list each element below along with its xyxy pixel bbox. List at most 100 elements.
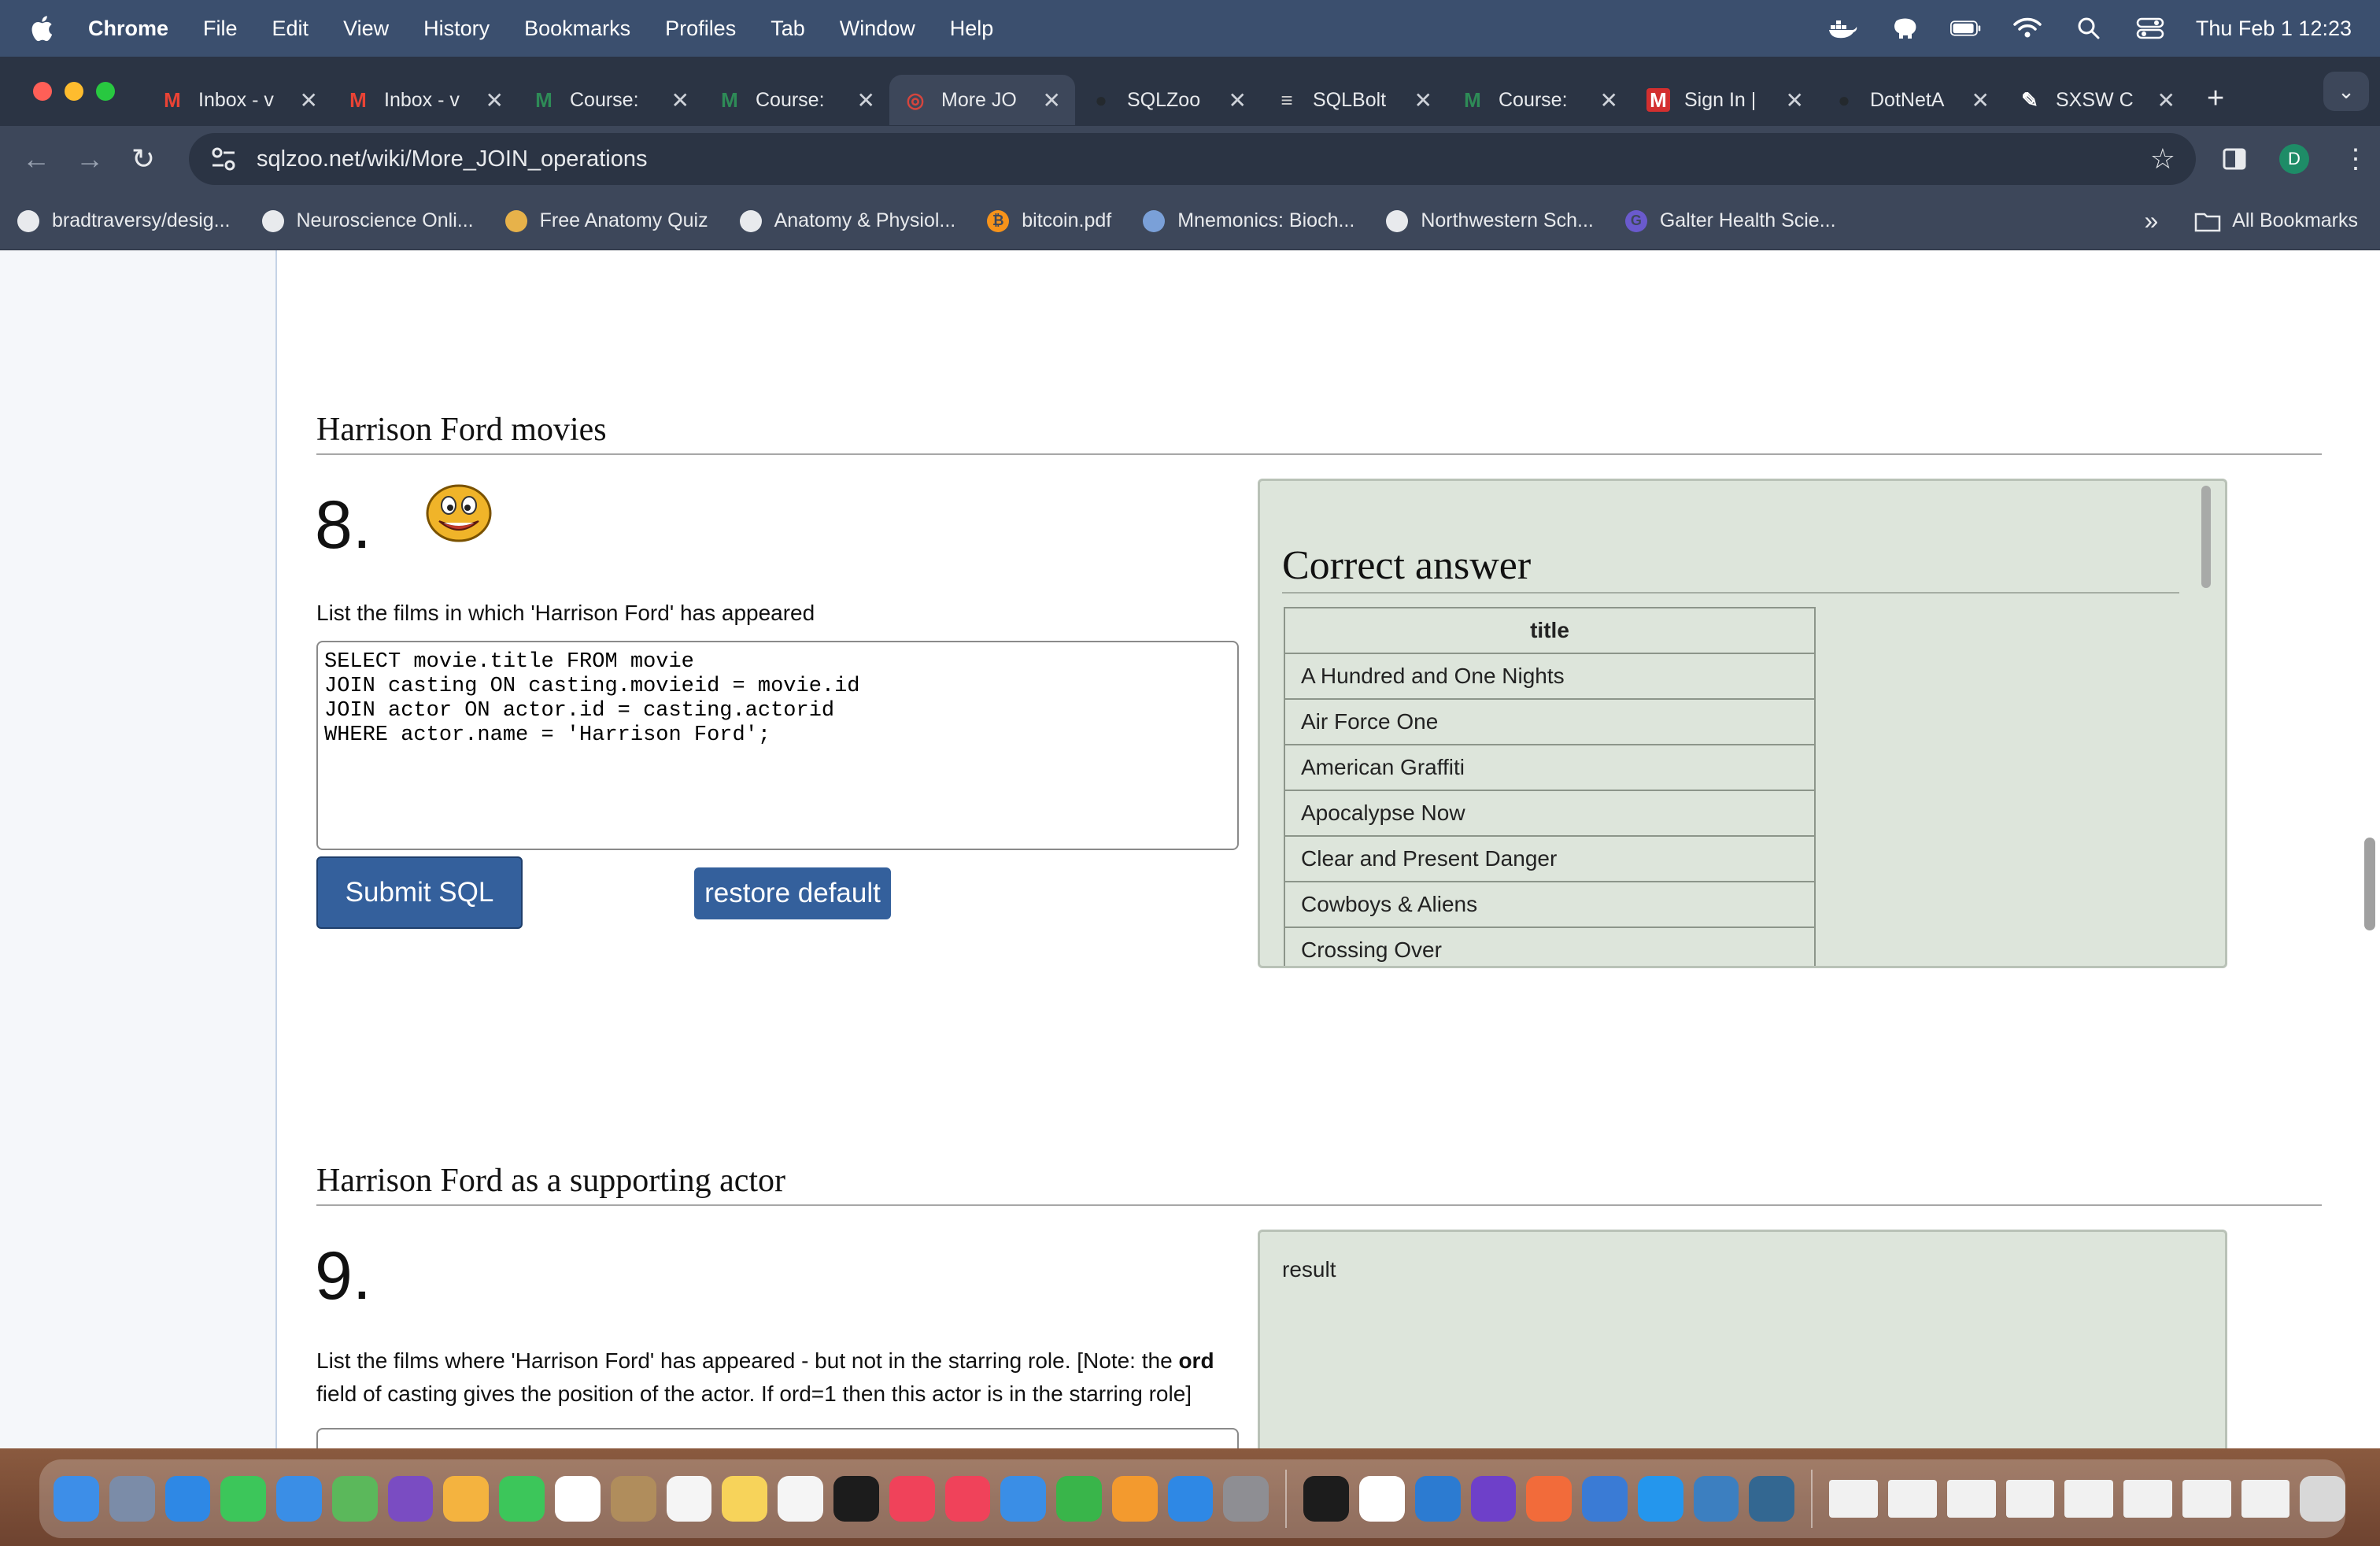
github-desktop-icon[interactable] <box>1470 1476 1517 1522</box>
browser-tab[interactable]: M Inbox - v ✕ <box>146 75 332 125</box>
answer-panel-scrollbar[interactable] <box>2201 486 2211 588</box>
menu-profiles[interactable]: Profiles <box>665 17 736 41</box>
news-icon[interactable] <box>944 1476 991 1522</box>
trash-icon[interactable] <box>2300 1476 2346 1522</box>
chrome-icon[interactable] <box>1358 1476 1405 1522</box>
bookmark-item[interactable]: Neuroscience Onli... <box>261 209 474 232</box>
close-tab-icon[interactable]: ✕ <box>1600 87 1618 113</box>
spotlight-search-icon[interactable] <box>2073 16 2105 41</box>
side-panel-icon[interactable] <box>2223 147 2246 171</box>
terminal-icon[interactable] <box>1303 1476 1349 1522</box>
menu-bookmarks[interactable]: Bookmarks <box>524 17 630 41</box>
close-tab-icon[interactable]: ✕ <box>671 87 689 113</box>
minimized-window-thumbnail[interactable] <box>2064 1480 2114 1518</box>
messages-icon[interactable] <box>220 1476 267 1522</box>
bookmark-item[interactable]: Free Anatomy Quiz <box>504 209 708 232</box>
tableplus-icon[interactable] <box>1693 1476 1739 1522</box>
bookmark-item[interactable]: G Galter Health Scie... <box>1624 209 1836 232</box>
bookmark-star-icon[interactable]: ☆ <box>2150 142 2175 176</box>
mysql-workbench-icon[interactable] <box>1582 1476 1628 1522</box>
browser-tab[interactable]: M Course: ✕ <box>704 75 889 125</box>
q8-answer-panel[interactable]: Correct answer title A Hundred and One N… <box>1258 479 2227 968</box>
finder-icon[interactable] <box>54 1476 99 1522</box>
browser-tab[interactable]: ✎ SXSW C ✕ <box>2004 75 2190 125</box>
minimize-window-button[interactable] <box>65 82 83 101</box>
url-text[interactable]: sqlzoo.net/wiki/More_JOIN_operations <box>257 146 647 172</box>
control-center-icon[interactable] <box>2134 16 2166 41</box>
mail-icon[interactable] <box>276 1476 322 1522</box>
facetime-icon[interactable] <box>499 1476 545 1522</box>
more-bookmarks-icon[interactable]: » <box>2144 206 2158 235</box>
restore-default-button[interactable]: restore default <box>694 867 891 919</box>
close-tab-icon[interactable]: ✕ <box>486 87 504 113</box>
site-settings-icon[interactable] <box>209 145 238 173</box>
menu-file[interactable]: File <box>203 17 238 41</box>
browser-tab[interactable]: ≡ SQLBolt ✕ <box>1261 75 1447 125</box>
safari-icon[interactable] <box>164 1476 211 1522</box>
minimized-window-thumbnail[interactable] <box>2182 1480 2231 1518</box>
browser-tab[interactable]: ● SQLZoo ✕ <box>1075 75 1261 125</box>
wifi-icon[interactable] <box>2012 16 2043 41</box>
close-tab-icon[interactable]: ✕ <box>300 87 318 113</box>
chrome-menu-icon[interactable]: ⋮ <box>2342 143 2369 175</box>
bookmark-item[interactable]: ₿ bitcoin.pdf <box>987 209 1111 232</box>
browser-tab[interactable]: M Course: ✕ <box>1447 75 1632 125</box>
reload-icon[interactable]: ↻ <box>126 142 161 176</box>
menu-tab[interactable]: Tab <box>771 17 805 41</box>
postman-icon[interactable] <box>1526 1476 1572 1522</box>
submit-sql-button[interactable]: Submit SQL <box>316 856 523 929</box>
close-tab-icon[interactable]: ✕ <box>1043 87 1061 113</box>
maps-icon[interactable] <box>331 1476 378 1522</box>
close-tab-icon[interactable]: ✕ <box>1972 87 1990 113</box>
calendar-icon[interactable] <box>555 1476 601 1522</box>
bookmark-item[interactable]: Mnemonics: Bioch... <box>1143 209 1354 232</box>
visual-studio-icon[interactable] <box>387 1476 434 1522</box>
menu-app-name[interactable]: Chrome <box>88 17 168 41</box>
close-tab-icon[interactable]: ✕ <box>1229 87 1247 113</box>
battery-icon[interactable] <box>1949 16 1982 41</box>
contacts-icon[interactable] <box>610 1476 656 1522</box>
back-arrow-icon[interactable]: ← <box>19 142 54 176</box>
menu-window[interactable]: Window <box>840 17 915 41</box>
q9-sql-editor[interactable] <box>316 1428 1239 1448</box>
menu-help[interactable]: Help <box>950 17 994 41</box>
close-window-button[interactable] <box>33 82 52 101</box>
forward-arrow-icon[interactable]: → <box>72 142 107 176</box>
docker-status-icon[interactable] <box>1828 16 1859 41</box>
close-tab-icon[interactable]: ✕ <box>857 87 875 113</box>
menubar-clock[interactable]: Thu Feb 1 12:23 <box>2196 17 2352 41</box>
browser-tab[interactable]: ◎ More JO ✕ <box>889 75 1075 125</box>
app-store-icon[interactable] <box>1167 1476 1214 1522</box>
freeform-icon[interactable] <box>778 1476 823 1522</box>
launchpad-icon[interactable] <box>109 1476 155 1522</box>
menu-history[interactable]: History <box>423 17 490 41</box>
menu-view[interactable]: View <box>343 17 389 41</box>
menu-edit[interactable]: Edit <box>272 17 309 41</box>
bookmark-item[interactable]: Anatomy & Physiol... <box>739 209 955 232</box>
tv-icon[interactable] <box>833 1476 879 1522</box>
browser-tab[interactable]: M Course: ✕ <box>518 75 704 125</box>
photos-icon[interactable] <box>443 1476 490 1522</box>
close-tab-icon[interactable]: ✕ <box>1414 87 1432 113</box>
browser-tab[interactable]: M Inbox - v ✕ <box>332 75 518 125</box>
page-content[interactable]: Harrison Ford movies 8. List the films i… <box>0 250 2380 1448</box>
close-tab-icon[interactable]: ✕ <box>1786 87 1804 113</box>
close-tab-icon[interactable]: ✕ <box>2157 87 2175 113</box>
browser-tab[interactable]: M Sign In | ✕ <box>1632 75 1818 125</box>
music-icon[interactable] <box>889 1476 935 1522</box>
page-scrollbar[interactable] <box>2364 838 2375 930</box>
all-bookmarks-button[interactable]: All Bookmarks <box>2194 209 2358 232</box>
q8-sql-editor[interactable]: SELECT movie.title FROM movie JOIN casti… <box>316 641 1239 850</box>
new-tab-button[interactable]: + <box>2207 82 2224 116</box>
minimized-window-thumbnail[interactable] <box>1887 1480 1937 1518</box>
address-bar[interactable]: sqlzoo.net/wiki/More_JOIN_operations ☆ <box>189 133 2196 185</box>
minimized-window-thumbnail[interactable] <box>1946 1480 1996 1518</box>
tab-search-button[interactable]: ⌄ <box>2323 72 2369 111</box>
bookmark-item[interactable]: Northwestern Sch... <box>1386 209 1594 232</box>
minimized-window-thumbnail[interactable] <box>2241 1480 2290 1518</box>
notes-icon[interactable] <box>722 1476 768 1522</box>
reminders-icon[interactable] <box>666 1476 712 1522</box>
vscode-icon[interactable] <box>1414 1476 1461 1522</box>
minimized-window-thumbnail[interactable] <box>2005 1480 2055 1518</box>
system-settings-icon[interactable] <box>1223 1476 1269 1522</box>
